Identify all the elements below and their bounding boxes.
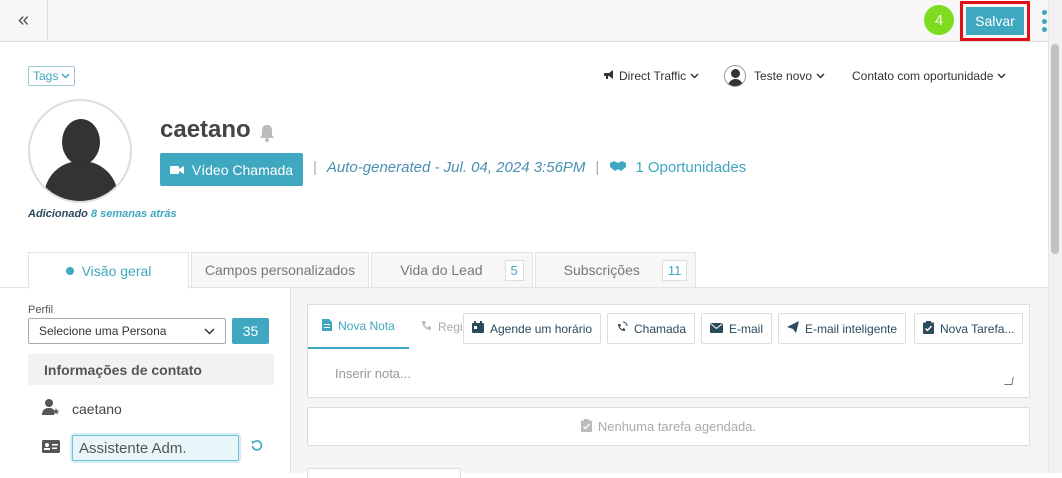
email-label: E-mail bbox=[729, 321, 764, 336]
more-options-icon[interactable] bbox=[1040, 10, 1048, 32]
chevron-down-icon bbox=[816, 71, 825, 82]
top-bar: « 4 Salvar bbox=[0, 0, 1048, 42]
separator: | bbox=[595, 159, 600, 176]
call-button[interactable]: Chamada bbox=[607, 313, 696, 344]
tab-label: Vida do Lead bbox=[400, 262, 483, 278]
autogen-text: Auto-generated - Jul. 04, 2024 3:56PM bbox=[326, 159, 586, 176]
contact-info-header[interactable]: Informações de contato bbox=[28, 354, 274, 385]
added-time: 8 semanas atrás bbox=[90, 208, 177, 220]
stage-dropdown[interactable]: Contato com oportunidade bbox=[852, 64, 1006, 88]
notes-panel: Nova Nota Regi Agende um horário Chamada… bbox=[307, 304, 1030, 398]
no-task-text: Nenhuma tarefa agendada. bbox=[597, 419, 757, 434]
contact-name-field: caetano bbox=[42, 398, 122, 419]
tab-overview[interactable]: Visão geral bbox=[28, 252, 189, 289]
added-info: Adicionado 8 semanas atrás bbox=[28, 208, 177, 220]
undo-icon[interactable] bbox=[251, 439, 263, 457]
collapse-sidebar-button[interactable]: « bbox=[0, 0, 48, 41]
handshake-icon bbox=[609, 159, 627, 176]
profile-label: Perfil bbox=[28, 304, 54, 316]
save-button[interactable]: Salvar bbox=[966, 7, 1024, 35]
tab-count: 11 bbox=[661, 259, 688, 281]
document-icon bbox=[322, 318, 333, 334]
tab-count: 5 bbox=[504, 259, 524, 281]
double-chevron-left-icon: « bbox=[17, 9, 30, 31]
contact-name-text: caetano bbox=[160, 116, 251, 143]
autogen-info: | Auto-generated - Jul. 04, 2024 3:56PM … bbox=[313, 159, 746, 176]
active-dot-icon bbox=[65, 267, 74, 275]
owner-avatar bbox=[724, 65, 746, 87]
job-title-field: Assistente Adm. bbox=[42, 435, 263, 461]
clipboard-check-icon bbox=[580, 418, 592, 435]
separator: | bbox=[313, 159, 317, 176]
smart-email-button[interactable]: E-mail inteligente bbox=[778, 313, 907, 344]
chevron-down-icon bbox=[61, 71, 70, 82]
chevron-down-icon bbox=[997, 71, 1006, 82]
phone-ringing-icon bbox=[616, 321, 628, 336]
new-task-label: Nova Tarefa... bbox=[940, 321, 1015, 336]
call-label: Chamada bbox=[634, 321, 687, 336]
note-textarea[interactable]: Inserir nota... bbox=[308, 351, 1029, 397]
tab-label: Visão geral bbox=[81, 263, 152, 279]
next-panel-edge bbox=[307, 468, 461, 478]
tab-register[interactable]: Regi bbox=[421, 305, 463, 349]
tab-label: Subscrições bbox=[563, 262, 640, 278]
tab-new-note[interactable]: Nova Nota bbox=[308, 305, 409, 349]
contact-name: caetano bbox=[160, 116, 275, 144]
schedule-label: Agende um horário bbox=[490, 321, 593, 336]
owner-label: Teste novo bbox=[754, 69, 813, 83]
contact-name-value[interactable]: caetano bbox=[72, 401, 122, 417]
clipboard-check-icon bbox=[923, 320, 934, 337]
new-task-button[interactable]: Nova Tarefa... bbox=[914, 313, 1024, 344]
stage-label: Contato com oportunidade bbox=[852, 69, 994, 83]
no-task-panel: Nenhuma tarefa agendada. bbox=[307, 407, 1030, 446]
notification-count-badge[interactable]: 4 bbox=[924, 5, 954, 35]
chevron-down-icon bbox=[690, 71, 699, 82]
calendar-icon bbox=[472, 321, 484, 336]
scrollbar-thumb[interactable] bbox=[1051, 44, 1059, 254]
tags-label: Tags bbox=[33, 69, 59, 83]
user-star-icon bbox=[42, 398, 60, 419]
tab-new-note-label: Nova Nota bbox=[338, 319, 395, 333]
email-button[interactable]: E-mail bbox=[701, 313, 773, 344]
opportunities-label: 1 Oportunidades bbox=[635, 159, 747, 176]
paper-plane-icon bbox=[787, 321, 799, 336]
video-call-button[interactable]: Vídeo Chamada bbox=[160, 153, 303, 186]
bell-icon[interactable] bbox=[259, 121, 275, 142]
chevron-down-icon bbox=[204, 324, 215, 338]
phone-icon bbox=[421, 320, 432, 334]
job-title-input[interactable]: Assistente Adm. bbox=[72, 435, 239, 461]
persona-select[interactable]: Selecione uma Persona bbox=[28, 318, 226, 344]
tab-lead-life[interactable]: Vida do Lead 5 bbox=[371, 252, 533, 287]
tab-subscriptions[interactable]: Subscrições 11 bbox=[535, 252, 696, 287]
tab-custom-fields[interactable]: Campos personalizados bbox=[191, 252, 369, 287]
persona-count-badge[interactable]: 35 bbox=[232, 318, 269, 344]
source-dropdown[interactable]: Direct Traffic bbox=[603, 64, 699, 88]
source-label: Direct Traffic bbox=[619, 69, 687, 83]
resize-handle-icon[interactable] bbox=[1004, 377, 1014, 385]
tab-register-label: Regi bbox=[438, 320, 463, 334]
video-call-label: Vídeo Chamada bbox=[191, 161, 294, 178]
id-card-icon bbox=[42, 440, 60, 456]
video-camera-icon bbox=[169, 162, 184, 178]
contact-avatar[interactable] bbox=[28, 99, 132, 203]
opportunities-link[interactable]: 1 Oportunidades bbox=[609, 159, 746, 176]
tab-label: Campos personalizados bbox=[204, 262, 356, 278]
owner-dropdown[interactable]: Teste novo bbox=[724, 64, 825, 88]
contact-tabs: Visão geral Campos personalizados Vida d… bbox=[28, 252, 696, 289]
smart-email-label: E-mail inteligente bbox=[805, 321, 898, 336]
tags-dropdown[interactable]: Tags bbox=[28, 66, 76, 86]
envelope-icon bbox=[710, 322, 723, 336]
persona-select-value: Selecione uma Persona bbox=[39, 324, 167, 338]
save-button-highlight: Salvar bbox=[960, 1, 1030, 41]
megaphone-icon bbox=[603, 69, 615, 83]
schedule-button[interactable]: Agende um horário bbox=[463, 313, 602, 344]
added-prefix: Adicionado bbox=[28, 208, 88, 220]
